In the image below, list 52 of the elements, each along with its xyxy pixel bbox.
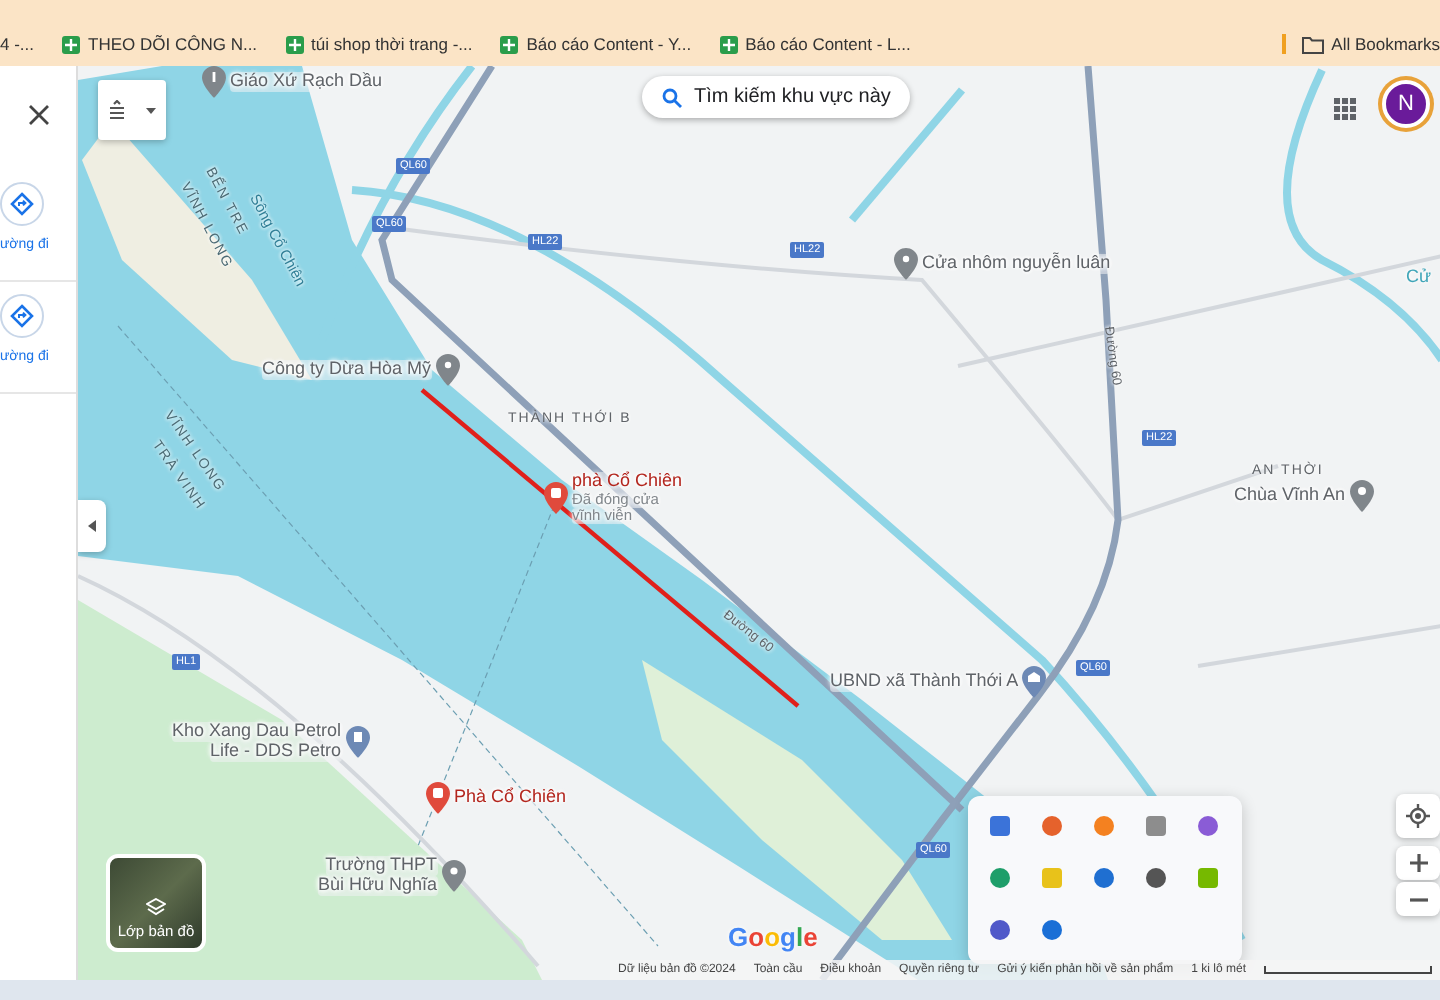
caret-icon <box>146 107 156 113</box>
area-label: Cử <box>1406 266 1432 286</box>
spreadsheet-icon <box>285 35 304 53</box>
search-icon <box>662 87 682 107</box>
spreadsheet-icon <box>500 35 519 53</box>
tray-app-icon[interactable] <box>1144 814 1168 838</box>
map-pin-icon[interactable] <box>894 248 918 280</box>
ferry-pin-icon[interactable] <box>544 482 568 515</box>
folder-icon <box>1301 35 1324 53</box>
bookmark-item[interactable]: THEO DÕI CÔNG N... <box>62 34 258 54</box>
bookmark-item[interactable]: 4 -... <box>0 34 35 54</box>
bookmark-item[interactable]: túi shop thời trang -... <box>285 34 473 54</box>
directions-button[interactable] <box>0 294 44 338</box>
search-area-button[interactable]: Tìm kiếm khu vực này <box>642 76 911 118</box>
tray-app-icon[interactable] <box>1040 918 1064 942</box>
zoom-in-button[interactable] <box>1396 846 1440 880</box>
map-pin-icon[interactable] <box>1022 666 1047 698</box>
map-pin-icon[interactable] <box>441 859 466 892</box>
directions-icon <box>10 304 34 328</box>
map-pin-icon[interactable] <box>202 66 226 98</box>
my-location-button[interactable] <box>1396 794 1440 838</box>
plus-icon <box>1409 854 1427 872</box>
tray-app-icon[interactable] <box>1196 814 1220 838</box>
map-pin-icon[interactable] <box>435 354 460 386</box>
label-icon <box>108 99 126 121</box>
tray-app-icon[interactable] <box>1092 866 1116 890</box>
spreadsheet-icon <box>719 35 738 53</box>
tray-app-icon[interactable] <box>988 866 1012 890</box>
all-bookmarks-button[interactable]: All Bookmarks <box>1281 34 1440 54</box>
bookmark-item[interactable]: Báo cáo Content - Y... <box>500 34 692 54</box>
tray-app-icon[interactable] <box>1040 814 1064 838</box>
zoom-out-button[interactable] <box>1396 882 1440 916</box>
tray-app-icon[interactable] <box>1144 866 1168 890</box>
directions-button[interactable] <box>0 182 44 226</box>
collapse-panel-button[interactable] <box>78 500 106 552</box>
tray-app-icon[interactable] <box>988 918 1012 942</box>
directions-icon <box>10 192 34 216</box>
location-target-icon <box>1406 804 1430 828</box>
ferry-pin-icon[interactable] <box>426 782 450 814</box>
layer-toggle-button[interactable] <box>98 80 166 140</box>
map-pin-icon[interactable] <box>345 725 370 758</box>
caret-icon <box>88 520 96 532</box>
layers-icon <box>146 898 166 916</box>
minus-icon <box>1409 897 1427 901</box>
map-pin-icon[interactable] <box>1349 480 1374 512</box>
tray-app-icon[interactable] <box>988 814 1012 838</box>
close-icon <box>27 103 49 125</box>
google-logo: Google <box>728 922 818 952</box>
spreadsheet-icon <box>62 35 81 53</box>
account-avatar[interactable]: N <box>1382 80 1430 128</box>
bookmark-item[interactable]: Báo cáo Content - L... <box>719 34 911 54</box>
apps-grid-icon[interactable] <box>1334 98 1356 120</box>
